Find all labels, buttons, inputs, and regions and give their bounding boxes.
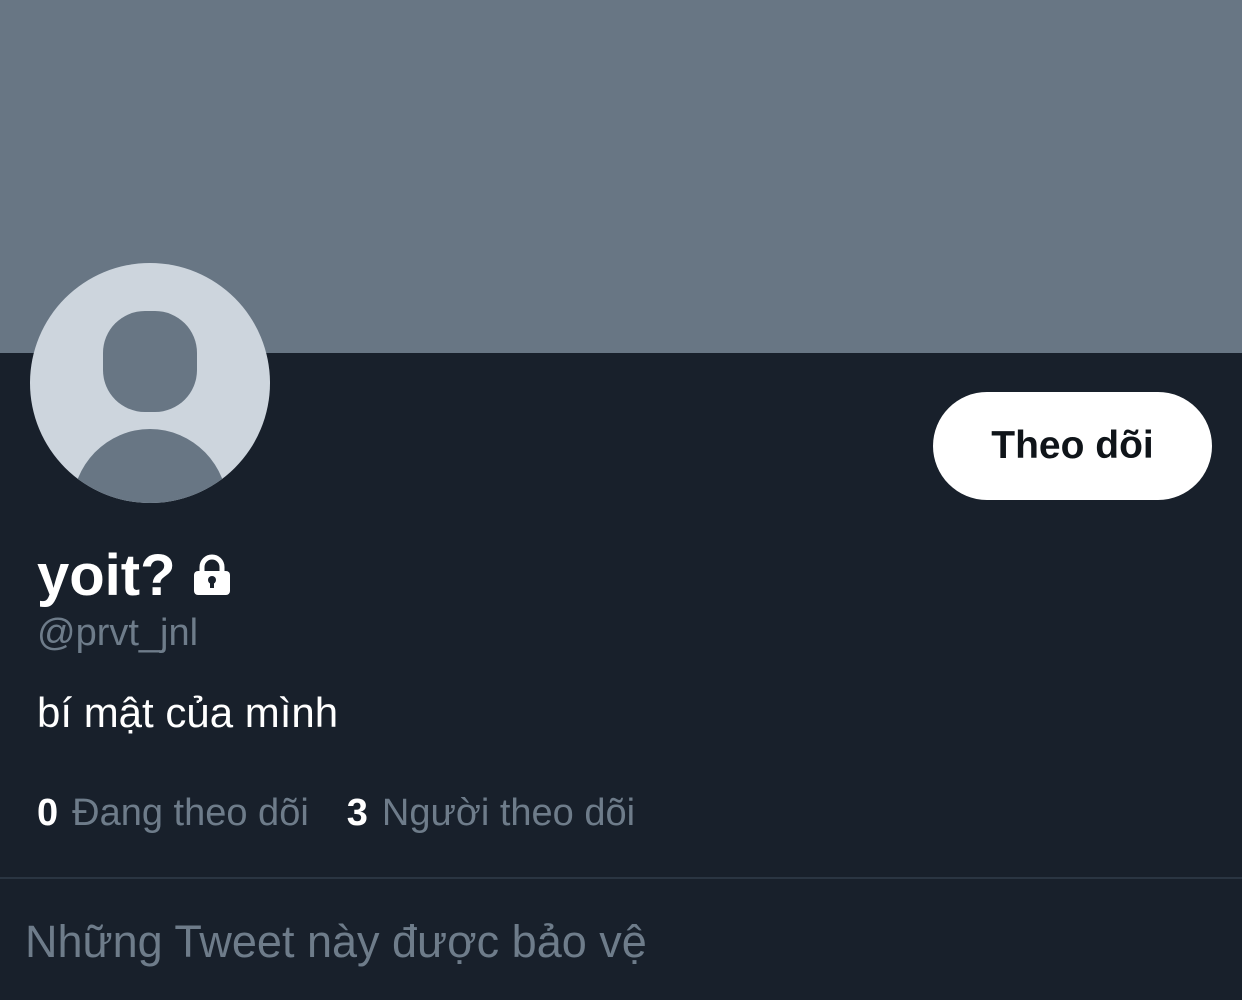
followers-count: 3 bbox=[346, 792, 368, 834]
protected-tweets-message: Những Tweet này được bảo vệ bbox=[25, 916, 647, 967]
lock-icon bbox=[188, 552, 236, 600]
following-count: 0 bbox=[37, 792, 59, 834]
following-label: Đang theo dõi bbox=[72, 792, 309, 834]
user-handle: @prvt_jnl bbox=[37, 612, 199, 654]
avatar[interactable] bbox=[30, 263, 270, 503]
display-name-row: yoit? bbox=[37, 536, 236, 616]
display-name: yoit? bbox=[37, 543, 176, 608]
following-stat[interactable]: 0 Đang theo dõi bbox=[37, 791, 309, 837]
profile-bio: bí mật của mình bbox=[37, 689, 339, 736]
default-avatar-icon bbox=[72, 311, 228, 503]
followers-stat[interactable]: 3 Người theo dõi bbox=[347, 791, 635, 837]
profile-stats: 0 Đang theo dõi 3 Người theo dõi bbox=[37, 791, 635, 837]
followers-label: Người theo dõi bbox=[381, 792, 636, 834]
follow-button[interactable]: Theo dõi bbox=[933, 392, 1212, 500]
divider bbox=[0, 877, 1242, 879]
